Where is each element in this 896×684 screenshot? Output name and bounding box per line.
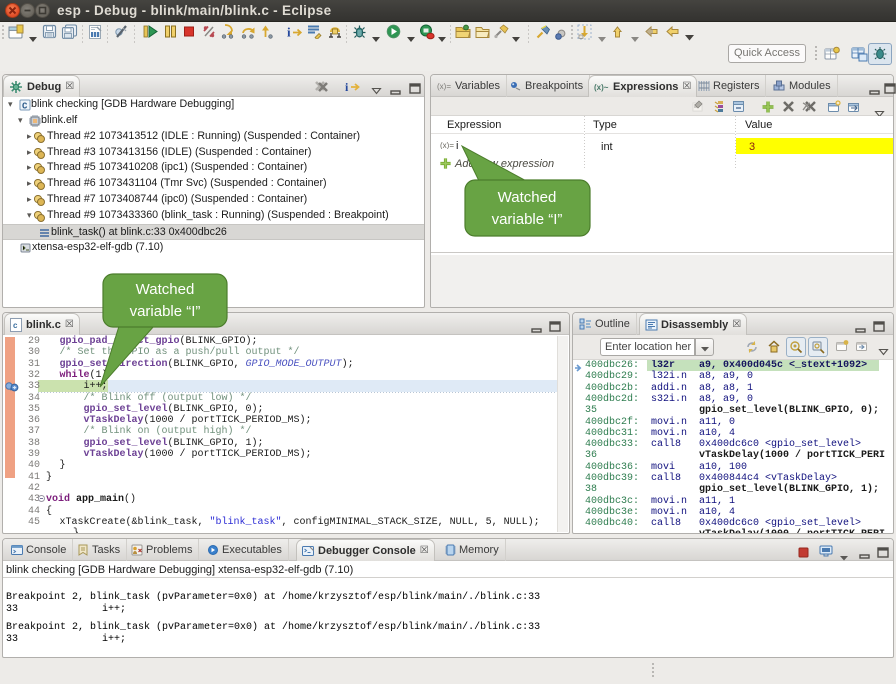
svg-text:Watched: Watched	[498, 189, 557, 206]
svg-text:(x)~: (x)~	[594, 83, 609, 92]
svg-text:Watched: Watched	[136, 281, 195, 298]
svg-text:variable “I”: variable “I”	[492, 211, 563, 228]
svg-text:(x)=: (x)=	[437, 82, 451, 91]
svg-text:c: c	[13, 321, 18, 330]
svg-text:C: C	[22, 102, 28, 112]
svg-text:variable “I”: variable “I”	[130, 303, 201, 320]
svg-text:i: i	[287, 25, 291, 40]
svg-text:i: i	[345, 80, 349, 94]
